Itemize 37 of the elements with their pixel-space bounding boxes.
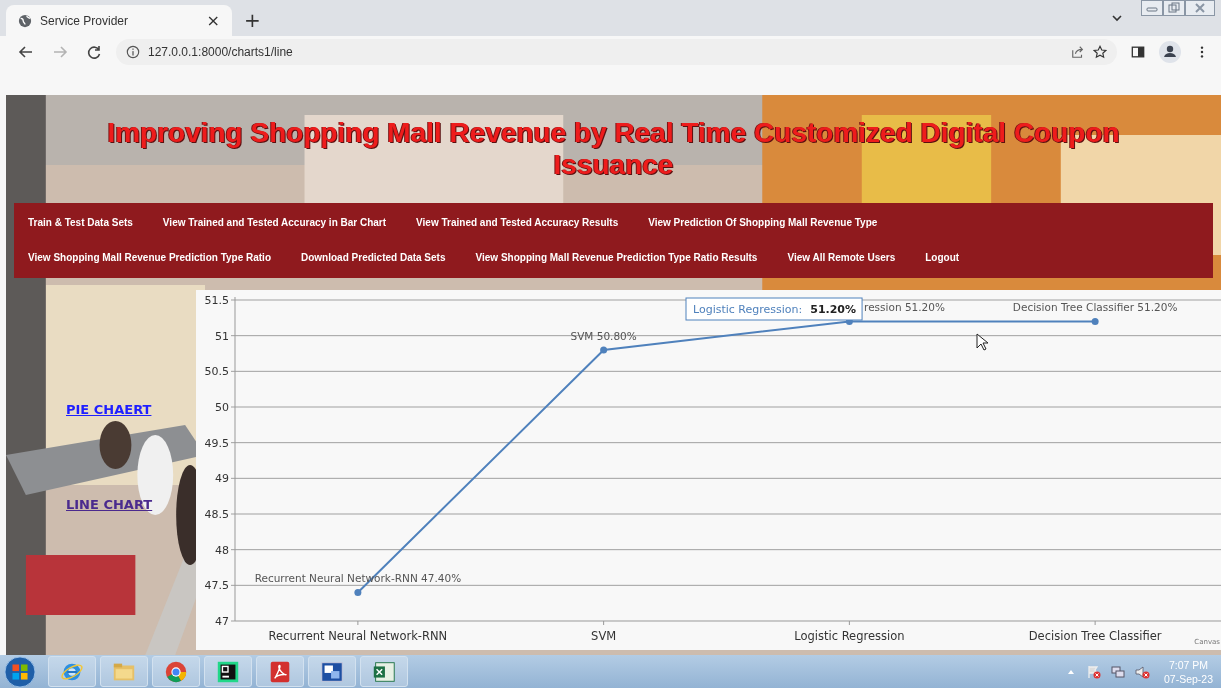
tab-title: Service Provider — [40, 13, 130, 28]
menu-link[interactable]: View All Remote Users — [787, 252, 896, 263]
chart-link[interactable]: LINE CHART — [66, 497, 153, 512]
tooltip-label: Logistic Regression: — [693, 303, 803, 316]
y-tick-label: 51 — [215, 329, 229, 343]
new-tab-button[interactable]: + — [240, 8, 265, 32]
y-tick-label: 48.5 — [204, 508, 229, 521]
y-tick-label: 51.5 — [204, 294, 229, 307]
close-tab-button[interactable]: × — [204, 11, 222, 30]
menu-link[interactable]: View Shopping Mall Revenue Prediction Type Ratio Results — [475, 252, 758, 263]
y-tick-label: 49.5 — [204, 436, 229, 450]
data-label: Decision Tree Classifier 51.20% — [1012, 301, 1178, 314]
x-axis-label: SVM — [591, 629, 617, 643]
data-label: SVM 50.80% — [570, 329, 637, 342]
y-tick-label: 50 — [215, 401, 229, 414]
y-tick-label: 47 — [215, 615, 229, 628]
menu-link[interactable]: View Trained and Tested Accuracy in Bar Chart — [162, 217, 387, 228]
menu-link[interactable]: View Prediction Of Shopping Mall Revenue Type — [648, 217, 878, 228]
x-axis-label: Logistic Regression — [794, 629, 905, 643]
menu-link[interactable]: View Trained and Tested Accuracy Results — [416, 217, 619, 228]
tooltip-value: 51.20% — [810, 303, 857, 316]
y-tick-label: 49 — [215, 472, 229, 486]
browser-tab[interactable]: Service Provider × — [6, 5, 232, 36]
address-bar[interactable]: 127.0.0.1:8000/charts1/line — [116, 39, 1117, 65]
data-label: ression 51.20% — [864, 301, 945, 314]
menu-link[interactable]: View Shopping Mall Revenue Prediction Type Ratio — [28, 252, 271, 263]
menu-link[interactable]: Logout — [925, 252, 960, 263]
clock-time: 7:07 PM — [1168, 657, 1209, 672]
x-axis-label: Decision Tree Classifier — [1028, 629, 1162, 643]
y-tick-label: 48 — [215, 543, 229, 557]
chart-link[interactable]: PIE CHAERT — [66, 402, 152, 417]
x-axis-label: Recurrent Neural Network-RNN — [268, 629, 448, 643]
menu-link[interactable]: Download Predicted Data Sets — [301, 252, 446, 263]
y-tick-label: 47.5 — [204, 579, 229, 593]
clock-date: 07-Sep-23 — [1163, 671, 1213, 686]
menu-link[interactable]: Train & Test Data Sets — [28, 217, 133, 228]
y-tick-label: 50.5 — [204, 365, 229, 379]
